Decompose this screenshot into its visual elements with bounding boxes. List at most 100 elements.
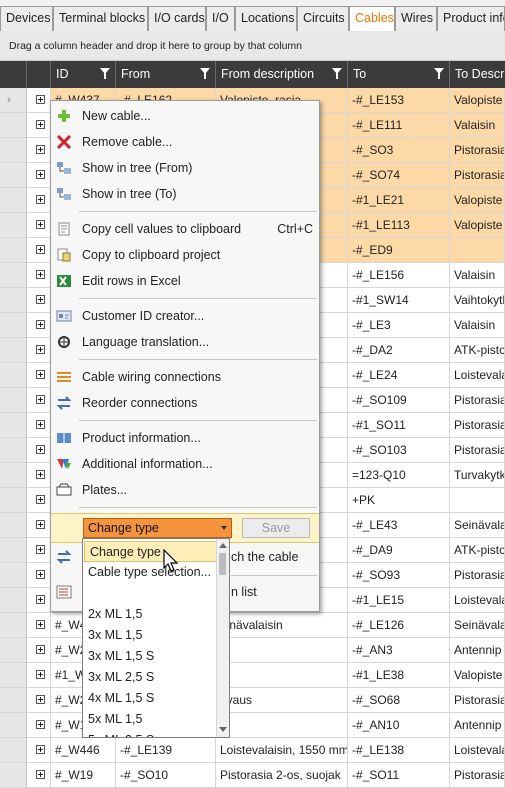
cell-from[interactable]: -#_SO10 xyxy=(116,763,216,788)
cell-to[interactable]: -#_SO93 xyxy=(348,563,450,588)
cell-to[interactable]: -#_LE138 xyxy=(348,738,450,763)
cell-to-description[interactable] xyxy=(450,238,505,263)
expand-cell[interactable] xyxy=(27,88,51,113)
cell-to-description[interactable]: Valaisin xyxy=(450,113,505,138)
cell-to[interactable]: -#_DA2 xyxy=(348,338,450,363)
menu-item-copy-clipboard-project[interactable]: Copy to clipboard project xyxy=(51,242,319,268)
tab-wires[interactable]: Wires xyxy=(395,6,437,31)
expand-icon[interactable] xyxy=(36,270,45,279)
cable-type-list[interactable]: Change type Cable type selection... 2x M… xyxy=(82,538,230,738)
row-selector[interactable] xyxy=(0,488,27,513)
row-selector[interactable] xyxy=(0,163,27,188)
expand-cell[interactable] xyxy=(27,288,51,313)
cell-to[interactable]: =123-Q10 xyxy=(348,463,450,488)
row-selector[interactable] xyxy=(0,313,27,338)
column-header-from[interactable]: From xyxy=(116,61,216,88)
cell-to[interactable]: -#_LE156 xyxy=(348,263,450,288)
cell-to[interactable]: -#1_LE113 xyxy=(348,213,450,238)
cell-id[interactable]: #_W19 xyxy=(51,763,116,788)
expand-icon[interactable] xyxy=(36,470,45,479)
cell-to[interactable]: -#1_LE15 xyxy=(348,588,450,613)
expand-icon[interactable] xyxy=(36,320,45,329)
list-item-cable-type[interactable]: 5x ML 2,5 S xyxy=(83,730,217,737)
expand-icon[interactable] xyxy=(36,95,45,104)
menu-item-product-information[interactable]: Product information... xyxy=(51,425,319,451)
cell-to-description[interactable]: Valaisin xyxy=(450,263,505,288)
list-item-cable-type[interactable]: 3x ML 2,5 S xyxy=(83,667,217,688)
tab-terminal-blocks[interactable]: Terminal blocks xyxy=(53,6,148,31)
expand-icon[interactable] xyxy=(36,645,45,654)
cell-to-description[interactable]: Pistorasia xyxy=(450,438,505,463)
expand-icon[interactable] xyxy=(36,545,45,554)
table-row[interactable]: #_W2 -#_AN3 Antennip xyxy=(0,638,505,663)
row-selector[interactable] xyxy=(0,213,27,238)
scroll-thumb[interactable] xyxy=(219,553,226,575)
menu-item-additional-information[interactable]: Additional information... xyxy=(51,451,319,477)
row-selector[interactable] xyxy=(0,738,27,763)
expand-cell[interactable] xyxy=(27,638,51,663)
cell-to[interactable]: -#_SO68 xyxy=(348,688,450,713)
cell-to-description[interactable]: ATK-pisto xyxy=(450,338,505,363)
expand-icon[interactable] xyxy=(36,720,45,729)
row-selector[interactable] xyxy=(0,263,27,288)
row-selector[interactable] xyxy=(0,188,27,213)
cell-from-description[interactable]: einävalaisin xyxy=(216,613,348,638)
expand-cell[interactable] xyxy=(27,338,51,363)
list-item-cable-type[interactable]: 3x ML 1,5 S xyxy=(83,646,217,667)
menu-item-reorder-connections[interactable]: Reorder connections xyxy=(51,390,319,416)
expand-cell[interactable] xyxy=(27,763,51,788)
expand-cell[interactable] xyxy=(27,263,51,288)
row-selector[interactable] xyxy=(0,513,27,538)
cell-to[interactable]: -#_LE3 xyxy=(348,313,450,338)
table-row[interactable]: #_W4 einävalaisin -#_LE126 Seinävala xyxy=(0,613,505,638)
tab-locations[interactable]: Locations xyxy=(235,6,297,31)
expand-icon[interactable] xyxy=(36,495,45,504)
expand-icon[interactable] xyxy=(36,220,45,229)
menu-item-copy-cell-values[interactable]: Copy cell values to clipboard Ctrl+C xyxy=(51,216,319,242)
cell-to[interactable]: -#_AN3 xyxy=(348,638,450,663)
list-item-change-type[interactable]: Change type xyxy=(84,541,218,562)
cell-from-description[interactable]: uvaus xyxy=(216,688,348,713)
menu-item-language-translation[interactable]: Language translation... xyxy=(51,329,319,355)
cell-to-description[interactable]: Antennip xyxy=(450,638,505,663)
cell-to[interactable]: +PK xyxy=(348,488,450,513)
scroll-up-icon[interactable] xyxy=(219,543,227,548)
menu-item-cable-wiring-connections[interactable]: Cable wiring connections xyxy=(51,364,319,390)
expand-cell[interactable] xyxy=(27,613,51,638)
change-type-dropdown[interactable]: Change type xyxy=(83,518,232,538)
menu-item-new-cable[interactable]: New cable... xyxy=(51,103,319,129)
menu-item-plates[interactable]: Plates... xyxy=(51,477,319,503)
expand-cell[interactable] xyxy=(27,313,51,338)
cell-from-description[interactable]: Loistevalaisin, 1550 mm xyxy=(216,738,348,763)
cell-to-description[interactable]: Pistorasia xyxy=(450,138,505,163)
expand-icon[interactable] xyxy=(36,370,45,379)
tab-cables[interactable]: Cables xyxy=(349,6,395,32)
list-scrollbar[interactable] xyxy=(216,539,229,737)
table-row[interactable]: #_W1 -#_AN10 Antennip xyxy=(0,713,505,738)
expand-icon[interactable] xyxy=(36,120,45,129)
cell-to-description[interactable]: ATK-pisto xyxy=(450,538,505,563)
menu-item-switch-cable[interactable]: ch the cable xyxy=(231,550,298,564)
column-header-from-description[interactable]: From description xyxy=(216,61,348,88)
expand-cell[interactable] xyxy=(27,163,51,188)
expand-cell[interactable] xyxy=(27,588,51,613)
cell-to-description[interactable]: Loistevala xyxy=(450,363,505,388)
cell-to[interactable]: -#1_LE21 xyxy=(348,188,450,213)
expand-icon[interactable] xyxy=(36,770,45,779)
expand-icon[interactable] xyxy=(36,670,45,679)
menu-item-remove-cable[interactable]: Remove cable... xyxy=(51,129,319,155)
expand-icon[interactable] xyxy=(36,345,45,354)
expand-cell[interactable] xyxy=(27,463,51,488)
expand-cell[interactable] xyxy=(27,538,51,563)
expand-cell[interactable] xyxy=(27,188,51,213)
expand-icon[interactable] xyxy=(36,695,45,704)
filter-icon[interactable] xyxy=(100,68,110,79)
cell-to[interactable]: -#_AN10 xyxy=(348,713,450,738)
group-by-panel[interactable]: Drag a column header and drop it here to… xyxy=(0,31,505,61)
cell-to[interactable]: -#_LE153 xyxy=(348,88,450,113)
cell-to-description[interactable]: Pistorasia xyxy=(450,413,505,438)
row-selector[interactable] xyxy=(0,463,27,488)
expand-icon[interactable] xyxy=(36,445,45,454)
expand-cell[interactable] xyxy=(27,388,51,413)
row-selector[interactable]: › xyxy=(0,88,27,113)
